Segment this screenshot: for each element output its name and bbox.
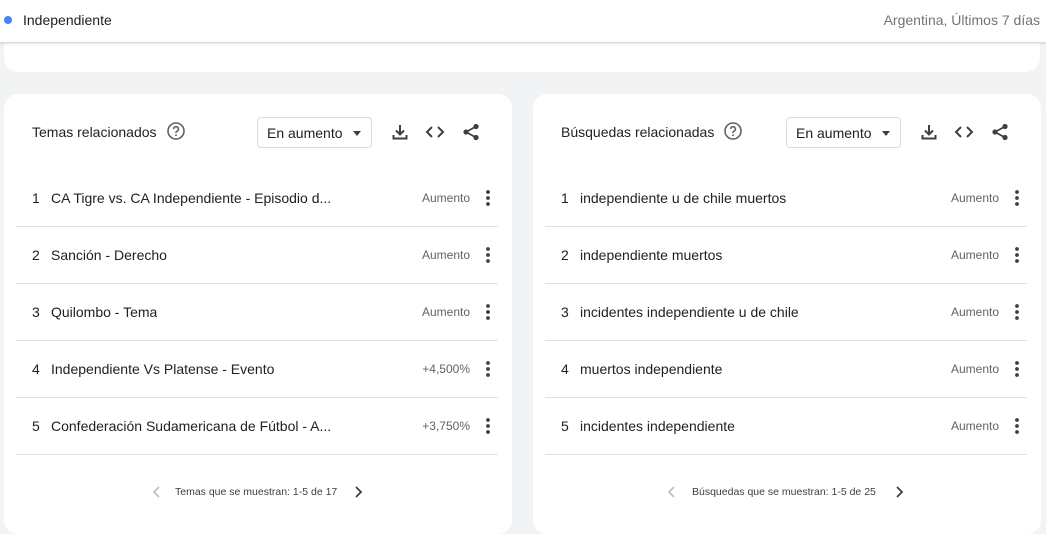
related-queries-list: 1 independiente u de chile muertos Aumen… (545, 170, 1027, 455)
region-timeframe-label: Argentina, Últimos 7 días (883, 12, 1040, 28)
help-circle-icon[interactable] (724, 122, 742, 140)
item-rank: 1 (561, 190, 569, 206)
item-rank: 2 (32, 247, 40, 263)
more-vert-icon[interactable] (1011, 188, 1023, 208)
more-vert-icon[interactable] (1011, 416, 1023, 436)
more-vert-icon[interactable] (482, 188, 494, 208)
pagination-label: Temas que se muestran: 1-5 de 17 (175, 486, 338, 498)
term-color-dot (4, 16, 12, 24)
list-item[interactable]: 4 muertos independiente Aumento (545, 341, 1027, 398)
item-rank: 2 (561, 247, 569, 263)
card-title: Búsquedas relacionadas (561, 124, 715, 140)
chevron-right-icon[interactable] (892, 484, 906, 500)
item-rank: 4 (32, 361, 40, 377)
download-icon[interactable] (919, 122, 939, 142)
item-rank: 5 (32, 418, 40, 434)
more-vert-icon[interactable] (1011, 245, 1023, 265)
dropdown-selected-value: En aumento (267, 125, 343, 141)
related-topics-card: Temas relacionados En aumento 1 CA Tigre… (4, 94, 512, 534)
list-item[interactable]: 5 incidentes independiente Aumento (545, 398, 1027, 455)
pagination: Temas que se muestran: 1-5 de 17 (4, 484, 512, 504)
more-vert-icon[interactable] (1011, 302, 1023, 322)
item-label[interactable]: muertos independiente (580, 361, 722, 377)
item-value: +4,500% (422, 362, 470, 376)
item-rank: 1 (32, 190, 40, 206)
download-icon[interactable] (390, 122, 410, 142)
item-label[interactable]: Sanción - Derecho (51, 247, 167, 263)
chevron-right-icon[interactable] (351, 484, 365, 500)
code-embed-icon[interactable] (954, 122, 974, 142)
more-vert-icon[interactable] (482, 416, 494, 436)
item-label[interactable]: Quilombo - Tema (51, 304, 157, 320)
item-rank: 5 (561, 418, 569, 434)
search-term-label: Independiente (23, 12, 112, 28)
list-item[interactable]: 2 independiente muertos Aumento (545, 227, 1027, 284)
item-value: Aumento (421, 248, 470, 262)
trend-filter-dropdown[interactable]: En aumento (257, 117, 372, 148)
list-item[interactable]: 1 CA Tigre vs. CA Independiente - Episod… (16, 170, 498, 227)
item-value: Aumento (421, 191, 470, 205)
more-vert-icon[interactable] (1011, 359, 1023, 379)
caret-down-icon (882, 131, 890, 136)
item-value: Aumento (950, 305, 999, 319)
item-value: Aumento (950, 419, 999, 433)
item-label[interactable]: incidentes independiente (580, 418, 735, 434)
list-item[interactable]: 3 Quilombo - Tema Aumento (16, 284, 498, 341)
list-item[interactable]: 2 Sanción - Derecho Aumento (16, 227, 498, 284)
more-vert-icon[interactable] (482, 359, 494, 379)
item-label[interactable]: independiente muertos (580, 247, 722, 263)
related-queries-card: Búsquedas relacionadas En aumento 1 inde… (533, 94, 1041, 534)
code-embed-icon[interactable] (425, 122, 445, 142)
share-icon[interactable] (990, 122, 1010, 142)
list-item[interactable]: 4 Independiente Vs Platense - Evento +4,… (16, 341, 498, 398)
list-item[interactable]: 3 incidentes independiente u de chile Au… (545, 284, 1027, 341)
item-rank: 3 (32, 304, 40, 320)
item-value: Aumento (950, 191, 999, 205)
share-icon[interactable] (461, 122, 481, 142)
item-value: Aumento (950, 248, 999, 262)
list-item[interactable]: 5 Confederación Sudamericana de Fútbol -… (16, 398, 498, 455)
card-title: Temas relacionados (32, 124, 157, 140)
item-label[interactable]: incidentes independiente u de chile (580, 304, 799, 320)
item-value: Aumento (950, 362, 999, 376)
chevron-left-icon[interactable] (665, 484, 679, 500)
item-value: +3,750% (422, 419, 470, 433)
item-label[interactable]: CA Tigre vs. CA Independiente - Episodio… (51, 190, 331, 206)
pagination-label: Búsquedas que se muestran: 1-5 de 25 (692, 486, 876, 498)
more-vert-icon[interactable] (482, 302, 494, 322)
dropdown-selected-value: En aumento (796, 125, 872, 141)
more-vert-icon[interactable] (482, 245, 494, 265)
chevron-left-icon[interactable] (150, 484, 164, 500)
caret-down-icon (353, 131, 361, 136)
item-rank: 3 (561, 304, 569, 320)
item-label[interactable]: Independiente Vs Platense - Evento (51, 361, 274, 377)
item-rank: 4 (561, 361, 569, 377)
trend-filter-dropdown[interactable]: En aumento (786, 117, 901, 148)
help-circle-icon[interactable] (167, 122, 185, 140)
item-value: Aumento (421, 305, 470, 319)
item-label[interactable]: Confederación Sudamericana de Fútbol - A… (51, 418, 331, 434)
item-label[interactable]: independiente u de chile muertos (580, 190, 786, 206)
list-item[interactable]: 1 independiente u de chile muertos Aumen… (545, 170, 1027, 227)
search-term-bar: Independiente Argentina, Últimos 7 días (0, 0, 1046, 43)
pagination: Búsquedas que se muestran: 1-5 de 25 (533, 484, 1041, 504)
related-topics-list: 1 CA Tigre vs. CA Independiente - Episod… (16, 170, 498, 455)
